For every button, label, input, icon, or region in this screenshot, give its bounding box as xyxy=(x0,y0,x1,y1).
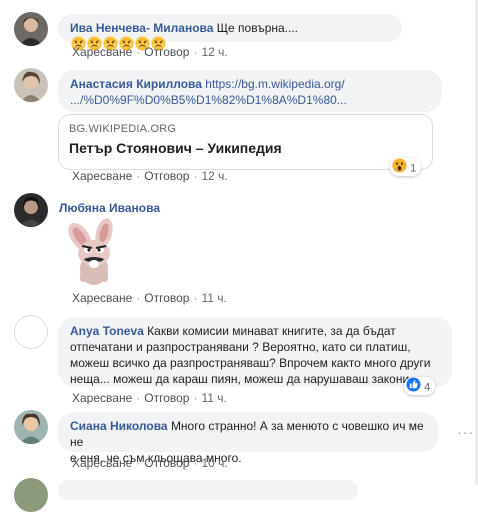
avatar[interactable] xyxy=(14,12,48,46)
avatar[interactable] xyxy=(14,315,48,349)
comment-author[interactable]: Anya Toneva xyxy=(70,324,144,338)
reply-button[interactable]: Отговор xyxy=(144,456,189,470)
avatar[interactable] xyxy=(14,193,48,227)
comment: Ива Ненчева- Миланова Ще повърна.... Хар… xyxy=(14,12,470,60)
preview-title[interactable]: Петър Стоянович – Уикипедия xyxy=(69,140,282,156)
avatar[interactable] xyxy=(14,410,48,444)
wow-icon xyxy=(392,158,407,179)
comment-actions: Харесване · Отговор · 12 ч. xyxy=(72,169,228,183)
timestamp[interactable]: 11 ч. xyxy=(201,291,226,305)
next-comment-avatar[interactable] xyxy=(14,478,48,512)
preview-domain: BG.WIKIPEDIA.ORG xyxy=(69,123,177,135)
comment: Anya Toneva Какви комисии минават книгит… xyxy=(14,315,470,405)
comment-author[interactable]: Сиана Николова xyxy=(70,419,168,433)
separator: · xyxy=(193,45,198,59)
separator: · xyxy=(136,169,141,183)
like-button[interactable]: Харесване xyxy=(72,169,132,183)
comment-text-line: можеш всичко да разпространяваш? Впрочем… xyxy=(70,356,431,370)
like-button[interactable]: Харесване xyxy=(72,291,132,305)
comment-text-line: неща... можеш да караш пиян, можеш да на… xyxy=(70,372,423,386)
separator: · xyxy=(136,291,141,305)
comment-text: Какви комисии минават книгите, за да бъд… xyxy=(147,324,396,338)
reaction-count: 1 xyxy=(410,162,417,175)
separator: · xyxy=(193,291,198,305)
comment-author[interactable]: Любяна Иванова xyxy=(59,201,160,215)
comment-bubble: Anya Toneva Какви комисии минават книгит… xyxy=(58,317,452,387)
timestamp[interactable]: 12 ч. xyxy=(201,169,227,183)
separator: · xyxy=(136,391,141,405)
comment: Любяна Иванова Харесване · Отговор · 11 ч. xyxy=(14,193,470,305)
timestamp[interactable]: 11 ч. xyxy=(201,391,226,405)
comment-actions: Харесване · Отговор · 11 ч. xyxy=(72,391,227,405)
like-button[interactable]: Харесване xyxy=(72,391,132,405)
comment-actions: Харесване · Отговор · 10 ч. xyxy=(72,456,228,470)
timestamp[interactable]: 10 ч. xyxy=(201,456,227,470)
separator: · xyxy=(193,169,198,183)
reply-button[interactable]: Отговор xyxy=(144,391,189,405)
more-options-icon[interactable]: ··· xyxy=(457,424,474,440)
comment-author[interactable]: Анастасия Кириллова xyxy=(70,77,202,91)
comment-bubble: Ива Ненчева- Миланова Ще повърна.... xyxy=(58,14,402,51)
avatar[interactable] xyxy=(14,68,48,102)
comment-bubble: Сиана Николова Много странно! А за менют… xyxy=(58,412,438,465)
like-button[interactable]: Харесване xyxy=(72,456,132,470)
reaction-badge[interactable]: 1 xyxy=(390,158,422,179)
comment-link-cont[interactable]: .../%D0%9F%D0%B5%D1%82%D1%8A%D1%80... xyxy=(70,92,430,108)
like-button[interactable]: Харесване xyxy=(72,45,132,59)
separator: · xyxy=(136,45,141,59)
comment: Сиана Николова Много странно! А за менют… xyxy=(14,410,473,476)
comment-bubble: Анастасия Кириллова https://bg.m.wikiped… xyxy=(58,70,442,112)
like-icon xyxy=(406,377,421,398)
comment-actions: Харесване · Отговор · 11 ч. xyxy=(72,291,227,305)
timestamp[interactable]: 12 ч. xyxy=(201,45,227,59)
comment-text: Ще повърна.... xyxy=(216,21,299,35)
comment-text-line: отпечатани и разпространявани ? Вероятно… xyxy=(70,340,411,354)
reply-button[interactable]: Отговор xyxy=(144,45,189,59)
comment-actions: Харесване · Отговор · 12 ч. xyxy=(72,45,228,59)
reply-button[interactable]: Отговор xyxy=(144,291,189,305)
reply-button[interactable]: Отговор xyxy=(144,169,189,183)
link-preview-card[interactable]: BG.WIKIPEDIA.ORG Петър Стоянович – Уикип… xyxy=(58,114,433,170)
comment: Анастасия Кириллова https://bg.m.wikiped… xyxy=(14,68,470,184)
reaction-badge[interactable]: 4 xyxy=(404,377,436,398)
next-comment-bubble xyxy=(58,480,358,500)
separator: · xyxy=(193,391,198,405)
bunny-sticker[interactable] xyxy=(58,217,130,289)
separator: · xyxy=(193,456,198,470)
reaction-count: 4 xyxy=(424,381,431,394)
comment-author[interactable]: Ива Ненчева- Миланова xyxy=(70,21,213,35)
comment-link[interactable]: https://bg.m.wikipedia.org/ xyxy=(205,77,344,91)
separator: · xyxy=(136,456,141,470)
